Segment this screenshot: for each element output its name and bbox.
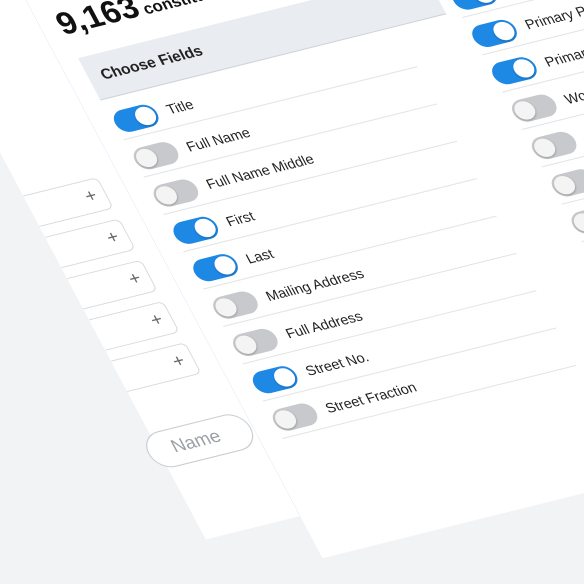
plus-icon[interactable]: + — [146, 309, 167, 331]
toggle-knob — [530, 136, 559, 159]
toggle-knob — [152, 184, 181, 207]
side-row[interactable]: + — [22, 176, 115, 227]
field-label: Primary Phone — [521, 0, 584, 33]
field-toggle[interactable] — [228, 326, 283, 359]
plus-icon[interactable]: + — [168, 350, 189, 372]
toggle-knob — [231, 333, 260, 356]
toggle-knob — [271, 408, 300, 431]
field-toggle[interactable] — [467, 17, 522, 50]
side-row[interactable]: + — [88, 300, 180, 351]
plus-icon[interactable]: + — [125, 268, 146, 290]
section-title: Choose Fields — [96, 41, 206, 83]
toggle-knob — [509, 57, 538, 80]
field-toggle[interactable] — [527, 129, 581, 162]
field-toggle[interactable] — [507, 92, 561, 125]
field-toggle[interactable] — [487, 54, 542, 87]
toggle-knob — [570, 211, 584, 234]
side-row[interactable]: + — [44, 218, 136, 269]
plus-icon[interactable]: + — [81, 185, 102, 207]
perspective-view: + + + + + Name 9,163constituents Choose … — [0, 0, 584, 559]
field-toggle[interactable] — [188, 251, 243, 284]
name-input[interactable]: Name — [138, 410, 261, 472]
field-toggle[interactable] — [129, 139, 183, 172]
field-toggle[interactable] — [567, 204, 584, 237]
toggle-knob — [132, 146, 161, 170]
toggle-knob — [489, 19, 519, 43]
field-label: Primary Email — [541, 34, 584, 70]
field-label: Full Name — [183, 124, 254, 155]
toggle-knob — [131, 104, 160, 128]
field-toggle[interactable] — [149, 176, 203, 210]
field-label: Last — [242, 245, 277, 267]
field-toggle[interactable] — [109, 102, 163, 135]
field-label: Street No. — [302, 348, 372, 379]
field-toggle[interactable] — [547, 166, 584, 199]
toggle-knob — [270, 366, 299, 389]
field-toggle[interactable] — [208, 289, 263, 322]
field-label: First — [222, 208, 258, 230]
side-row[interactable]: + — [110, 342, 202, 393]
toggle-knob — [210, 254, 240, 277]
field-label: Mailing Address — [262, 265, 367, 305]
side-row[interactable]: + — [66, 259, 158, 310]
plus-icon[interactable]: + — [103, 226, 124, 248]
toggle-knob — [550, 173, 579, 197]
screen: + + + + + Name 9,163constituents Choose … — [0, 0, 584, 559]
toggle-knob — [211, 296, 241, 319]
count-number: 9,163 — [49, 0, 146, 43]
name-placeholder: Name — [167, 425, 225, 457]
field-label: Title — [163, 96, 197, 118]
toggle-knob — [469, 0, 499, 5]
field-toggle[interactable] — [248, 363, 302, 396]
toggle-knob — [510, 99, 539, 122]
count-label: constituents — [140, 0, 242, 18]
field-label: Work Email — [561, 75, 584, 108]
field-toggle[interactable] — [169, 214, 223, 247]
field-label: Street Fraction — [322, 379, 420, 417]
toggle-knob — [191, 216, 220, 240]
field-toggle[interactable] — [268, 401, 322, 434]
